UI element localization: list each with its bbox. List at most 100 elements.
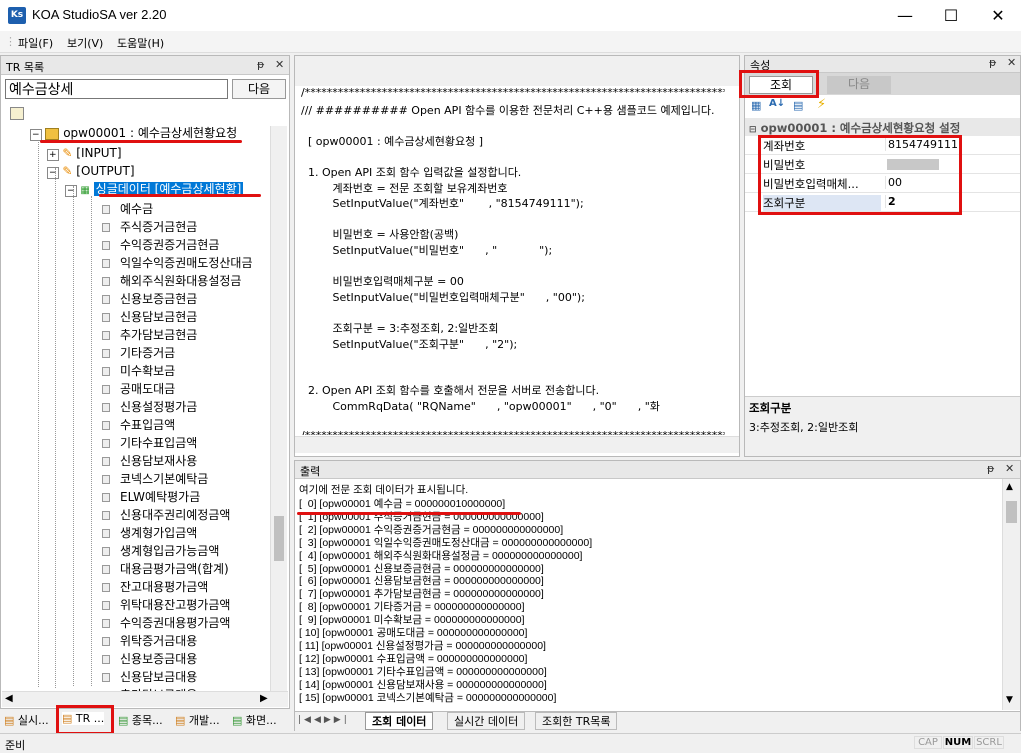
pin-icon[interactable]: ᵽ [987, 462, 994, 475]
code-panel: /***************************************… [294, 55, 740, 457]
tree-field-item[interactable]: 수익증권대용평가금액 [102, 614, 230, 632]
field-icon [102, 241, 110, 250]
field-icon [102, 511, 110, 520]
tr-tree: − opw00001 : 예수금상세현황요청 + ✎ [INPUT] − ✎ [… [2, 126, 270, 691]
code-line: [ opw00001 : 예수금상세현황요청 ] [301, 134, 484, 148]
num-indicator: NUM [943, 736, 973, 749]
close-icon[interactable]: ✕ [975, 0, 1021, 31]
field-icon [102, 529, 110, 538]
tree-node-input[interactable]: + ✎ [INPUT] [47, 144, 122, 162]
tree-field-item[interactable]: 대용금평가금액(합계) [102, 560, 229, 578]
sort-alpha-icon[interactable]: A↓ [769, 98, 785, 109]
description-pane: 조회구분 3:추정조회, 2:일반조회 [745, 396, 1020, 456]
scroll-thumb[interactable] [1006, 501, 1017, 523]
tree-field-item[interactable]: 기타증거금 [102, 344, 175, 362]
tree-field-item[interactable]: 수표입금액 [102, 416, 175, 434]
tree-field-item[interactable]: 생계형입금가능금액 [102, 542, 219, 560]
scrl-indicator: SCRL [974, 736, 1004, 749]
events-icon[interactable]: ⚡ [817, 97, 826, 112]
tree-scrollbar[interactable] [270, 126, 287, 691]
props-next-button[interactable]: 다음 [827, 76, 891, 94]
underline-single-data [99, 194, 261, 197]
tree-hscrollbar[interactable]: ◀ ▶ [2, 691, 288, 707]
tr-list-panel: TR 목록 ᵽ ✕ 다음 − opw00001 : 예수금상세현황요청 + ✎ … [0, 55, 290, 709]
close-panel-icon[interactable]: ✕ [1007, 56, 1016, 69]
close-panel-icon[interactable]: ✕ [1005, 462, 1014, 475]
props-section-header: ⊟ opw00001 : 예수금상세현황요청 설정 [745, 118, 1020, 136]
tree-field-item[interactable]: 공매도대금 [102, 380, 175, 398]
tree-field-item[interactable]: 위탁증거금대용 [102, 632, 197, 650]
code-line: /// ########## Open API 함수를 이용한 전문처리 C++… [301, 103, 715, 117]
field-icon [102, 601, 110, 610]
tree-field-item[interactable]: 신용설정평가금 [102, 398, 197, 416]
menu-bar: ⋮ 파일(F) 보기(V) 도움말(H) [0, 31, 1021, 53]
scroll-thumb[interactable] [274, 516, 284, 561]
close-panel-icon[interactable]: ✕ [275, 58, 284, 71]
maximize-icon[interactable]: ☐ [928, 0, 974, 31]
code-line: 계좌번호 = 전문 조회할 보유계좌번호 [301, 181, 508, 195]
tab-dev[interactable]: ▤ 개발... [175, 712, 220, 728]
menu-help[interactable]: 도움말(H) [117, 35, 164, 51]
output-line: [ 15] [opw00001 코넥스기본예탁금 = 0000000000000… [299, 691, 557, 704]
code-hscrollbar[interactable] [295, 436, 739, 453]
tree-field-item[interactable]: 수익증권증거금현금 [102, 236, 219, 254]
tab-screen[interactable]: ▤ 화면... [232, 712, 277, 728]
minimize-icon[interactable]: — [882, 0, 928, 31]
tab-realtime[interactable]: ▤ 실시... [4, 712, 49, 728]
tree-node-output[interactable]: − ✎ [OUTPUT] [47, 162, 135, 180]
field-icon [102, 619, 110, 628]
window-title: KOA StudioSA ver 2.20 [32, 7, 167, 22]
tree-field-item[interactable]: 잔고대용평가금액 [102, 578, 208, 596]
tab-queried-tr-list[interactable]: 조회한 TR목록 [535, 712, 618, 730]
code-line: SetInputValue("비밀번호입력매체구분" , "00"); [301, 290, 585, 304]
code-view[interactable]: /***************************************… [295, 80, 725, 435]
tree-field-item[interactable]: 기타수표입금액 [102, 434, 197, 452]
description-text: 3:추정조회, 2:일반조회 [749, 421, 859, 434]
tree-field-item[interactable]: 주식증거금현금 [102, 218, 197, 236]
description-title: 조회구분 [749, 401, 792, 415]
tr-next-button[interactable]: 다음 [232, 79, 286, 99]
pin-icon[interactable]: ᵽ [257, 58, 264, 71]
tree-field-item[interactable]: 익일수익증권매도정산대금 [102, 254, 252, 272]
sort-category-icon[interactable]: ▦ [751, 99, 761, 112]
tree-field-item[interactable]: 신용담보금현금 [102, 308, 197, 326]
property-pages-icon[interactable]: ▤ [793, 99, 803, 112]
tab-nav-arrows[interactable]: |◀◀▶▶| [298, 715, 350, 725]
tree-field-item[interactable]: 신용담보재사용 [102, 452, 197, 470]
output-scrollbar[interactable]: ▲ ▼ [1002, 479, 1020, 710]
tree-field-item[interactable]: 신용보증금현금 [102, 290, 197, 308]
tree-field-item[interactable]: 신용대주권리예정금액 [102, 506, 230, 524]
code-line: 비밀번호 = 사용안함(공백) [301, 228, 459, 242]
tab-realtime-data[interactable]: 실시간 데이터 [447, 712, 526, 730]
field-icon [102, 457, 110, 466]
tab-query-data[interactable]: 조회 데이터 [365, 712, 434, 730]
tab-stocks[interactable]: ▤ 종목... [118, 712, 163, 728]
tree-field-item[interactable]: 미수확보금 [102, 362, 175, 380]
field-icon [102, 547, 110, 556]
caps-indicator: CAP [914, 736, 942, 749]
tree-field-item[interactable]: 신용담보금대용 [102, 668, 197, 686]
tree-field-item[interactable]: 신용보증금대용 [102, 650, 197, 668]
pencil-icon: ✎ [62, 146, 73, 160]
status-bar: 준비 CAP NUM SCRL [0, 733, 1021, 752]
field-icon [102, 475, 110, 484]
tree-field-item[interactable]: 예수금 [102, 200, 153, 218]
output-tabs: |◀◀▶▶| 조회 데이터 실시간 데이터 조회한 TR목록 [295, 711, 1020, 731]
menu-view[interactable]: 보기(V) [67, 35, 103, 51]
tr-search-input[interactable] [5, 79, 228, 99]
grid-icon: ▦ [80, 185, 90, 196]
tree-field-item[interactable]: 추가담보금현금 [102, 326, 197, 344]
tree-field-item[interactable]: 코넥스기본예탁금 [102, 470, 208, 488]
field-icon [102, 655, 110, 664]
tree-field-item[interactable]: ELW예탁평가금 [102, 488, 200, 506]
menu-file[interactable]: 파일(F) [18, 35, 53, 51]
tree-toolbar-icon[interactable] [10, 107, 24, 120]
tree-field-item[interactable]: 해외주식원화대용설정금 [102, 272, 241, 290]
code-line: /***************************************… [301, 86, 725, 99]
tree-field-item[interactable]: 위탁대용잔고평가금액 [102, 596, 230, 614]
tree-field-item[interactable]: 생계형가입금액 [102, 524, 197, 542]
properties-panel: 속성 ᵽ ✕ 조회 다음 ▦ A↓ ▤ ⚡ ⊟ opw00001 : 예수금상세… [744, 55, 1021, 457]
pin-icon[interactable]: ᵽ [989, 56, 996, 69]
left-tabs: ▤ 실시... ▤ TR ... ▤ 종목... ▤ 개발... ▤ 화면... [0, 709, 290, 733]
field-icon [102, 493, 110, 502]
